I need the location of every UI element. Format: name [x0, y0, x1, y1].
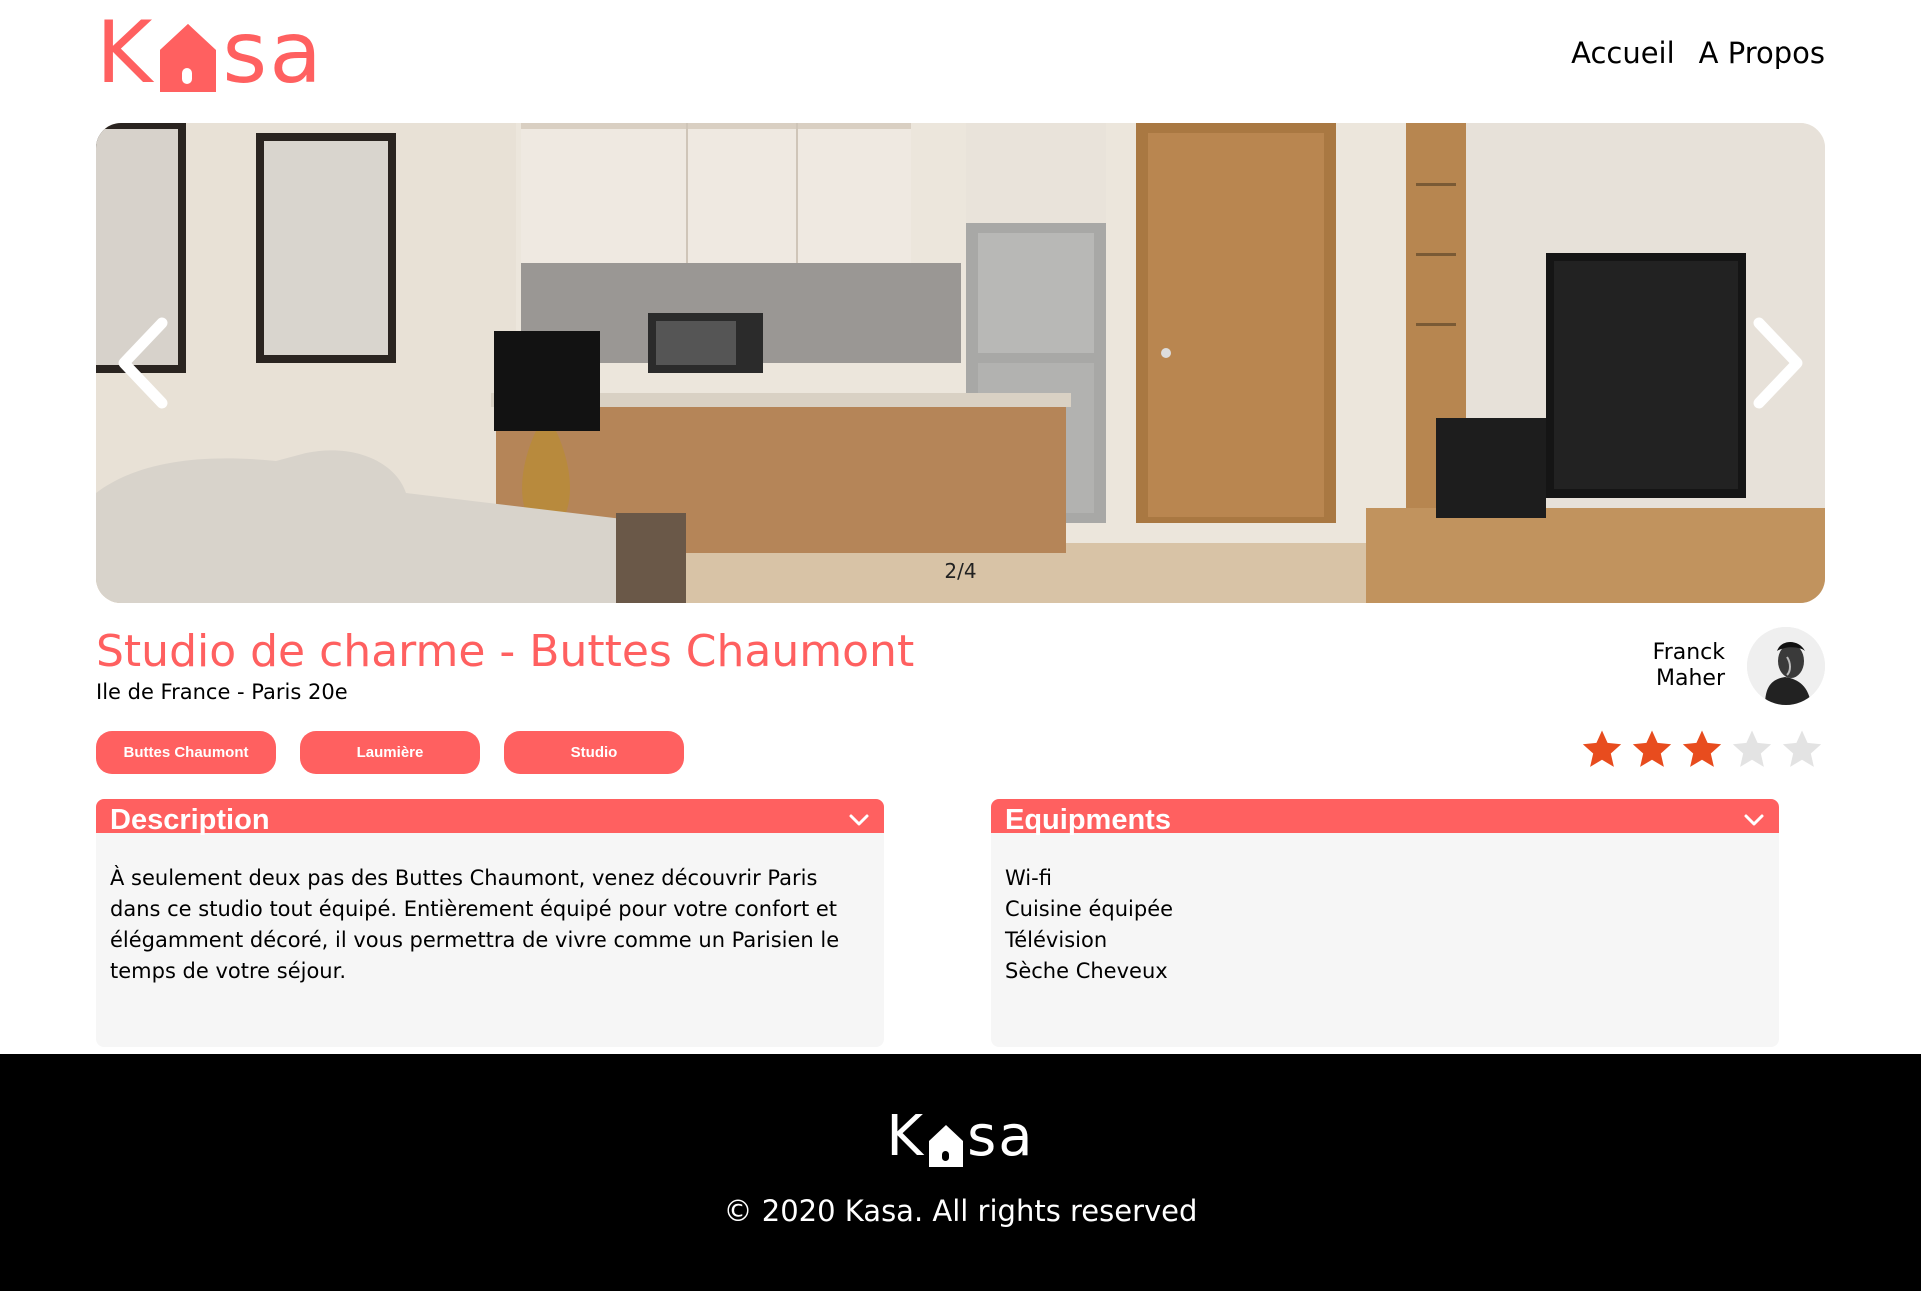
copyright-label: 2020 Kasa. All rights reserved — [761, 1194, 1198, 1228]
logo-letter-k: K — [96, 3, 155, 103]
house-icon — [158, 22, 218, 96]
equipments-title: Equipments — [1005, 803, 1171, 836]
host-info: Franck Maher — [1653, 627, 1825, 705]
star-empty-icon — [1782, 730, 1822, 767]
listing-title: Studio de charme - Buttes Chaumont — [96, 626, 915, 677]
tag: Laumière — [300, 731, 480, 774]
equipment-item: Sèche Cheveux — [1005, 959, 1168, 983]
description-title: Description — [110, 803, 270, 836]
equipments-body: Wi-fi Cuisine équipée Télévision Sèche C… — [991, 833, 1779, 1047]
chevron-left-icon — [118, 317, 168, 409]
next-slide-button[interactable] — [1737, 313, 1817, 413]
equipment-list: Wi-fi Cuisine équipée Télévision Sèche C… — [1005, 863, 1765, 987]
footer: K sa © 2020 Kasa. All rights reserved — [0, 1054, 1921, 1291]
tag: Studio — [504, 731, 684, 774]
equipment-item: Télévision — [1005, 928, 1108, 952]
description-collapse: Description À seulement deux pas des But… — [96, 799, 884, 1047]
nav-link-accueil[interactable]: Accueil — [1571, 36, 1675, 70]
page: K sa Accueil A Propos 2/4 Studio de char… — [0, 0, 1921, 1291]
description-text: À seulement deux pas des Buttes Chaumont… — [110, 866, 840, 983]
host-avatar — [1747, 627, 1825, 705]
main-nav: Accueil A Propos — [1571, 36, 1825, 70]
footer-logo: K sa — [0, 1104, 1921, 1169]
footer-logo-letter-k: K — [886, 1104, 926, 1169]
copyright-text: © 2020 Kasa. All rights reserved — [0, 1194, 1921, 1228]
footer-logo-letters-sa: sa — [967, 1104, 1035, 1169]
star-filled-icon — [1582, 730, 1622, 767]
chevron-down-icon — [849, 814, 869, 826]
star-filled-icon — [1682, 730, 1722, 767]
equipment-item: Wi-fi — [1005, 866, 1052, 890]
host-name: Franck Maher — [1653, 640, 1725, 692]
copyright-icon: © — [723, 1194, 753, 1228]
host-first-name: Franck — [1652, 640, 1725, 665]
previous-slide-button[interactable] — [104, 313, 184, 413]
equipments-collapse: Equipments Wi-fi Cuisine équipée Télévis… — [991, 799, 1779, 1047]
rating — [1579, 727, 1825, 773]
house-icon — [927, 1118, 965, 1167]
logo-letters-sa: sa — [222, 3, 324, 103]
slideshow: 2/4 — [96, 123, 1825, 603]
host-last-name: Maher — [1656, 666, 1725, 691]
nav-link-a-propos[interactable]: A Propos — [1699, 36, 1825, 70]
star-filled-icon — [1632, 730, 1672, 767]
description-body: À seulement deux pas des Buttes Chaumont… — [96, 833, 884, 1047]
chevron-down-icon — [1744, 814, 1764, 826]
chevron-right-icon — [1753, 317, 1803, 409]
kasa-logo[interactable]: K sa — [96, 8, 324, 98]
star-empty-icon — [1732, 730, 1772, 767]
equipment-item: Cuisine équipée — [1005, 897, 1174, 921]
tag: Buttes Chaumont — [96, 731, 276, 774]
slide-counter: 2/4 — [944, 559, 977, 583]
tag-list: Buttes Chaumont Laumière Studio — [96, 731, 684, 774]
listing-location: Ile de France - Paris 20e — [96, 680, 348, 704]
listing-photo — [96, 123, 1825, 603]
